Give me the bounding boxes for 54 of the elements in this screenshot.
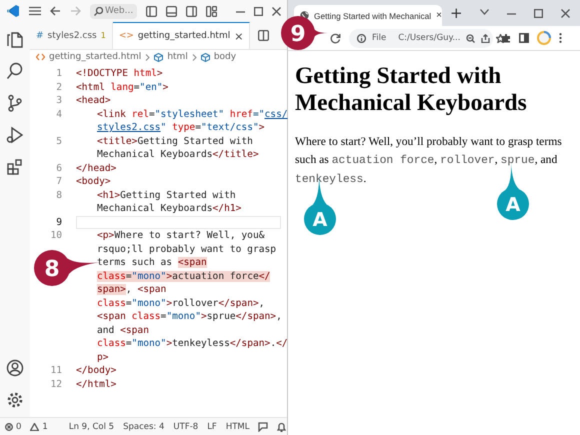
tab-title: Getting Started with Mechanical [314, 10, 432, 20]
code-line: <span class="mono">sprue</span>, [97, 310, 282, 324]
line-number: 2 [55, 80, 63, 94]
code-line: class="mono">rollover</span>, [97, 296, 265, 310]
editor-tab[interactable]: <> getting_started.html × [112, 22, 250, 49]
code-line: <link rel="stylesheet" href="css/ [97, 108, 288, 121]
code-line: span>, <span [97, 283, 166, 296]
scheme-label: File [372, 33, 386, 43]
line-number: 4 [55, 108, 63, 121]
tab-close-button[interactable]: × [436, 10, 442, 21]
code-line: <!DOCTYPE html> [76, 67, 163, 80]
code-line: <p>Where to start? Well, you& [97, 229, 265, 242]
status-item[interactable]: UTF-8 [173, 422, 198, 432]
breadcrumb-item[interactable]: html [167, 52, 188, 62]
code-line: </body> [76, 364, 116, 378]
status-item[interactable]: LF [207, 422, 217, 432]
breadcrumb-item[interactable]: getting_started.html [49, 52, 142, 62]
line-number: 1 [55, 67, 63, 80]
code-line: <html lang="en"> [76, 80, 168, 94]
breadcrumb-item[interactable]: body [214, 52, 236, 62]
code-line: p> [97, 350, 109, 364]
code-line: rsquo;ll probably want to grasp [97, 242, 276, 256]
error-count[interactable]: 0 [16, 422, 22, 432]
warning-count[interactable]: 1 [42, 422, 48, 432]
browser-tab[interactable]: Getting Started with Mechanical × [294, 5, 442, 26]
code-line: <head> [76, 94, 111, 108]
code-line: <body> [76, 175, 111, 188]
code-line: </html> [76, 378, 116, 391]
line-number: 3 [55, 94, 63, 108]
status-item[interactable]: Ln 9, Col 5 [68, 422, 114, 432]
code-line: styles2.css" type="text/css"> [97, 121, 265, 134]
search-field[interactable]: Web... [90, 4, 138, 18]
line-number: 7 [55, 175, 63, 188]
code-line: class="mono">actuation force</ [97, 270, 270, 283]
status-item[interactable]: HTML [226, 422, 250, 432]
line-number: 12 [49, 378, 63, 391]
line-number: 6 [55, 162, 63, 175]
code-line: </head> [76, 162, 116, 175]
line-number: 8 [55, 188, 63, 202]
code-line: Mechanical Keyboards</title> [97, 148, 259, 162]
code-line: Mechanical Keyboards</h1> [97, 202, 242, 216]
code-line: terms such as <span [97, 256, 207, 270]
code-line: <h1>Getting Started with [97, 188, 236, 202]
line-number: 5 [55, 134, 63, 148]
line-number: 10 [49, 229, 63, 242]
code-line: <title>Getting Started with [97, 134, 253, 148]
line-number: 11 [49, 364, 63, 378]
status-item[interactable]: Spaces: 4 [123, 422, 164, 432]
code-line: class="mono">tenkeyless</span>.</ [97, 337, 288, 350]
url-text: C:/Users/Guy... [398, 33, 460, 43]
page-heading: Getting Started with Mechanical Keyboards [295, 63, 528, 117]
new-tab-button[interactable]: + [450, 6, 463, 20]
line-number: 9 [55, 216, 63, 229]
code-line: and <span [97, 324, 149, 337]
